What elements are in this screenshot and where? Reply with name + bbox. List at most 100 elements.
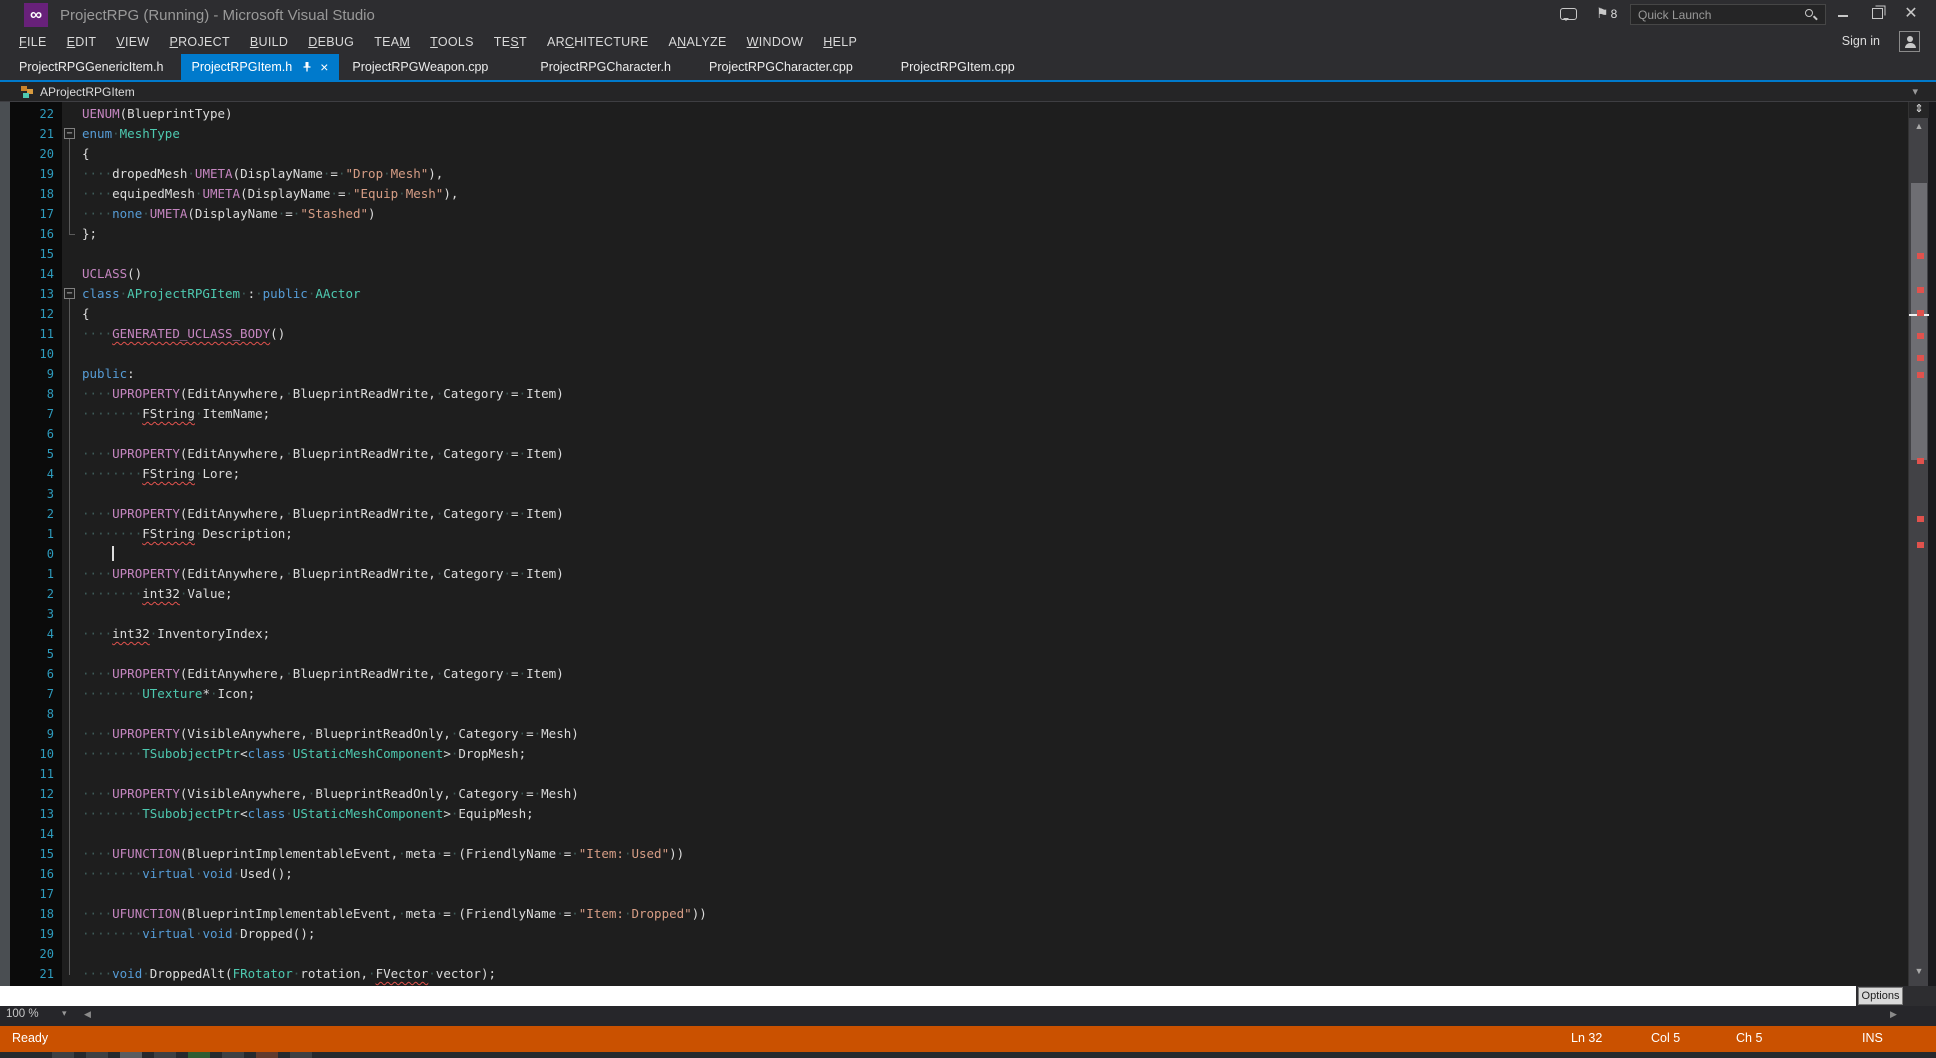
visual-studio-logo-icon: ∞ (24, 3, 48, 27)
taskbar-icon (52, 1052, 74, 1058)
tab-projectrpgcharacter.cpp[interactable]: ProjectRPGCharacter.cpp (698, 54, 864, 80)
code-line[interactable]: 12{ (0, 304, 1936, 324)
restore-button[interactable] (1862, 4, 1892, 26)
notifications-flag-icon[interactable]: ⚑8 (1596, 5, 1617, 22)
menu-item-window[interactable]: WINDOW (737, 35, 814, 49)
code-line[interactable]: 19········virtual·void·Dropped(); (0, 924, 1936, 944)
code-line[interactable]: 7········UTexture*·Icon; (0, 684, 1936, 704)
code-line[interactable]: 5····UPROPERTY(EditAnywhere,·BlueprintRe… (0, 444, 1936, 464)
status-message: Ready (12, 1031, 48, 1045)
menu-item-help[interactable]: HELP (813, 35, 867, 49)
code-line[interactable]: 14UCLASS() (0, 264, 1936, 284)
code-line[interactable]: 21−enum·MeshType (0, 124, 1936, 144)
code-line[interactable]: 10 (0, 344, 1936, 364)
scroll-right-icon[interactable]: ▶ (1890, 1009, 1897, 1020)
sign-in-link[interactable]: Sign in (1842, 34, 1880, 48)
code-line[interactable]: 8····UPROPERTY(EditAnywhere,·BlueprintRe… (0, 384, 1936, 404)
options-button[interactable]: Options (1858, 987, 1903, 1005)
menu-item-edit[interactable]: EDIT (57, 35, 107, 49)
menu-item-view[interactable]: VIEW (106, 35, 159, 49)
quick-launch-input[interactable] (1630, 4, 1826, 25)
code-line[interactable]: 4····int32·InventoryIndex; (0, 624, 1936, 644)
code-line[interactable]: 20{ (0, 144, 1936, 164)
tab-projectrpgitem.cpp[interactable]: ProjectRPGItem.cpp (890, 54, 1026, 80)
code-line[interactable]: 6····UPROPERTY(EditAnywhere,·BlueprintRe… (0, 664, 1936, 684)
code-line[interactable]: 15 (0, 244, 1936, 264)
collapse-region-icon[interactable]: − (64, 288, 75, 299)
code-line[interactable]: 22UENUM(BlueprintType) (0, 104, 1936, 124)
menu-item-debug[interactable]: DEBUG (298, 35, 364, 49)
code-line[interactable]: 9····UPROPERTY(VisibleAnywhere,·Blueprin… (0, 724, 1936, 744)
code-line[interactable]: 12····UPROPERTY(VisibleAnywhere,·Bluepri… (0, 784, 1936, 804)
close-tab-icon[interactable]: × (320, 61, 328, 73)
code-line[interactable]: 6 (0, 424, 1936, 444)
split-handle-icon[interactable]: ⇕ (1909, 102, 1929, 118)
menu-item-test[interactable]: TEST (484, 35, 537, 49)
code-line[interactable]: 10········TSubobjectPtr<class·UStaticMes… (0, 744, 1936, 764)
zoom-level-dropdown[interactable]: 100 % (6, 1008, 39, 1020)
menu-item-file[interactable]: FILE (9, 35, 57, 49)
minimize-button[interactable] (1828, 4, 1858, 26)
code-line[interactable]: 7········FString·ItemName; (0, 404, 1936, 424)
code-text: ········int32·Value; (82, 584, 1936, 604)
scroll-left-icon[interactable]: ◀ (84, 1009, 91, 1020)
code-line[interactable]: 20 (0, 944, 1936, 964)
tab-projectrpgcharacter.h[interactable]: ProjectRPGCharacter.h (529, 54, 682, 80)
status-column-number: Col 5 (1651, 1031, 1680, 1045)
vertical-scrollbar-thumb[interactable] (1911, 183, 1927, 460)
code-line[interactable]: 18····equipedMesh·UMETA(DisplayName·=·"E… (0, 184, 1936, 204)
code-line[interactable]: 18····UFUNCTION(BlueprintImplementableEv… (0, 904, 1936, 924)
tab-projectrpgitem.h[interactable]: ProjectRPGItem.h× (181, 54, 340, 80)
code-line[interactable]: 1····UPROPERTY(EditAnywhere,·BlueprintRe… (0, 564, 1936, 584)
close-button[interactable]: ✕ (1896, 4, 1926, 26)
feedback-icon[interactable] (1560, 8, 1577, 20)
code-line[interactable]: 11····GENERATED_UCLASS_BODY() (0, 324, 1936, 344)
code-line[interactable]: 17····none·UMETA(DisplayName·=·"Stashed"… (0, 204, 1936, 224)
code-line[interactable]: 3 (0, 484, 1936, 504)
code-line[interactable]: 4········FString·Lore; (0, 464, 1936, 484)
code-line[interactable]: 2········int32·Value; (0, 584, 1936, 604)
code-line[interactable]: 15····UFUNCTION(BlueprintImplementableEv… (0, 844, 1936, 864)
outlining-margin (62, 744, 82, 764)
code-line[interactable]: 16}; (0, 224, 1936, 244)
tab-projectrpgweapon.cpp[interactable]: ProjectRPGWeapon.cpp (341, 54, 499, 80)
menu-item-architecture[interactable]: ARCHITECTURE (537, 35, 659, 49)
vertical-scrollbar[interactable]: ⇕ ▲ ▼ (1908, 102, 1928, 986)
zoom-chevron-down-icon[interactable]: ▾ (62, 1008, 67, 1019)
code-line[interactable]: 16········virtual·void·Used(); (0, 864, 1936, 884)
code-line[interactable]: 17 (0, 884, 1936, 904)
code-line[interactable]: 19····dropedMesh·UMETA(DisplayName·=·"Dr… (0, 164, 1936, 184)
code-line[interactable]: 14 (0, 824, 1936, 844)
code-text (82, 644, 1936, 664)
scroll-down-icon[interactable]: ▼ (1909, 966, 1929, 976)
outlining-margin (62, 884, 82, 904)
line-number: 19 (0, 164, 62, 184)
tab-projectrpggenericitem.h[interactable]: ProjectRPGGenericItem.h (8, 54, 175, 80)
code-text (82, 824, 1936, 844)
code-line[interactable]: 21····void·DroppedAlt(FRotator·rotation,… (0, 964, 1936, 984)
menu-item-build[interactable]: BUILD (240, 35, 298, 49)
menu-item-analyze[interactable]: ANALYZE (658, 35, 736, 49)
menu-item-team[interactable]: TEAM (364, 35, 420, 49)
menu-item-tools[interactable]: TOOLS (420, 35, 484, 49)
scope-dropdown[interactable]: AProjectRPGItem (40, 85, 135, 99)
scroll-up-icon[interactable]: ▲ (1909, 121, 1929, 131)
code-line[interactable]: 13−class·AProjectRPGItem·:·public·AActor (0, 284, 1936, 304)
code-line[interactable]: 11 (0, 764, 1936, 784)
horizontal-scrollbar-thumb[interactable] (0, 986, 1856, 1006)
code-line[interactable]: 3 (0, 604, 1936, 624)
pin-icon[interactable] (301, 61, 313, 73)
code-editor[interactable]: 22UENUM(BlueprintType)21−enum·MeshType20… (0, 102, 1936, 986)
code-line[interactable]: 1········FString·Description; (0, 524, 1936, 544)
code-line[interactable]: 9public: (0, 364, 1936, 384)
code-line[interactable]: 2····UPROPERTY(EditAnywhere,·BlueprintRe… (0, 504, 1936, 524)
code-line[interactable]: 5 (0, 644, 1936, 664)
code-line[interactable]: 13········TSubobjectPtr<class·UStaticMes… (0, 804, 1936, 824)
chevron-down-icon[interactable]: ▾ (1912, 85, 1918, 98)
menu-item-project[interactable]: PROJECT (159, 35, 239, 49)
code-line[interactable]: 8 (0, 704, 1936, 724)
code-line[interactable]: 0 (0, 544, 1936, 564)
outlining-margin (62, 244, 82, 264)
collapse-region-icon[interactable]: − (64, 128, 75, 139)
user-avatar-icon[interactable] (1899, 31, 1920, 52)
